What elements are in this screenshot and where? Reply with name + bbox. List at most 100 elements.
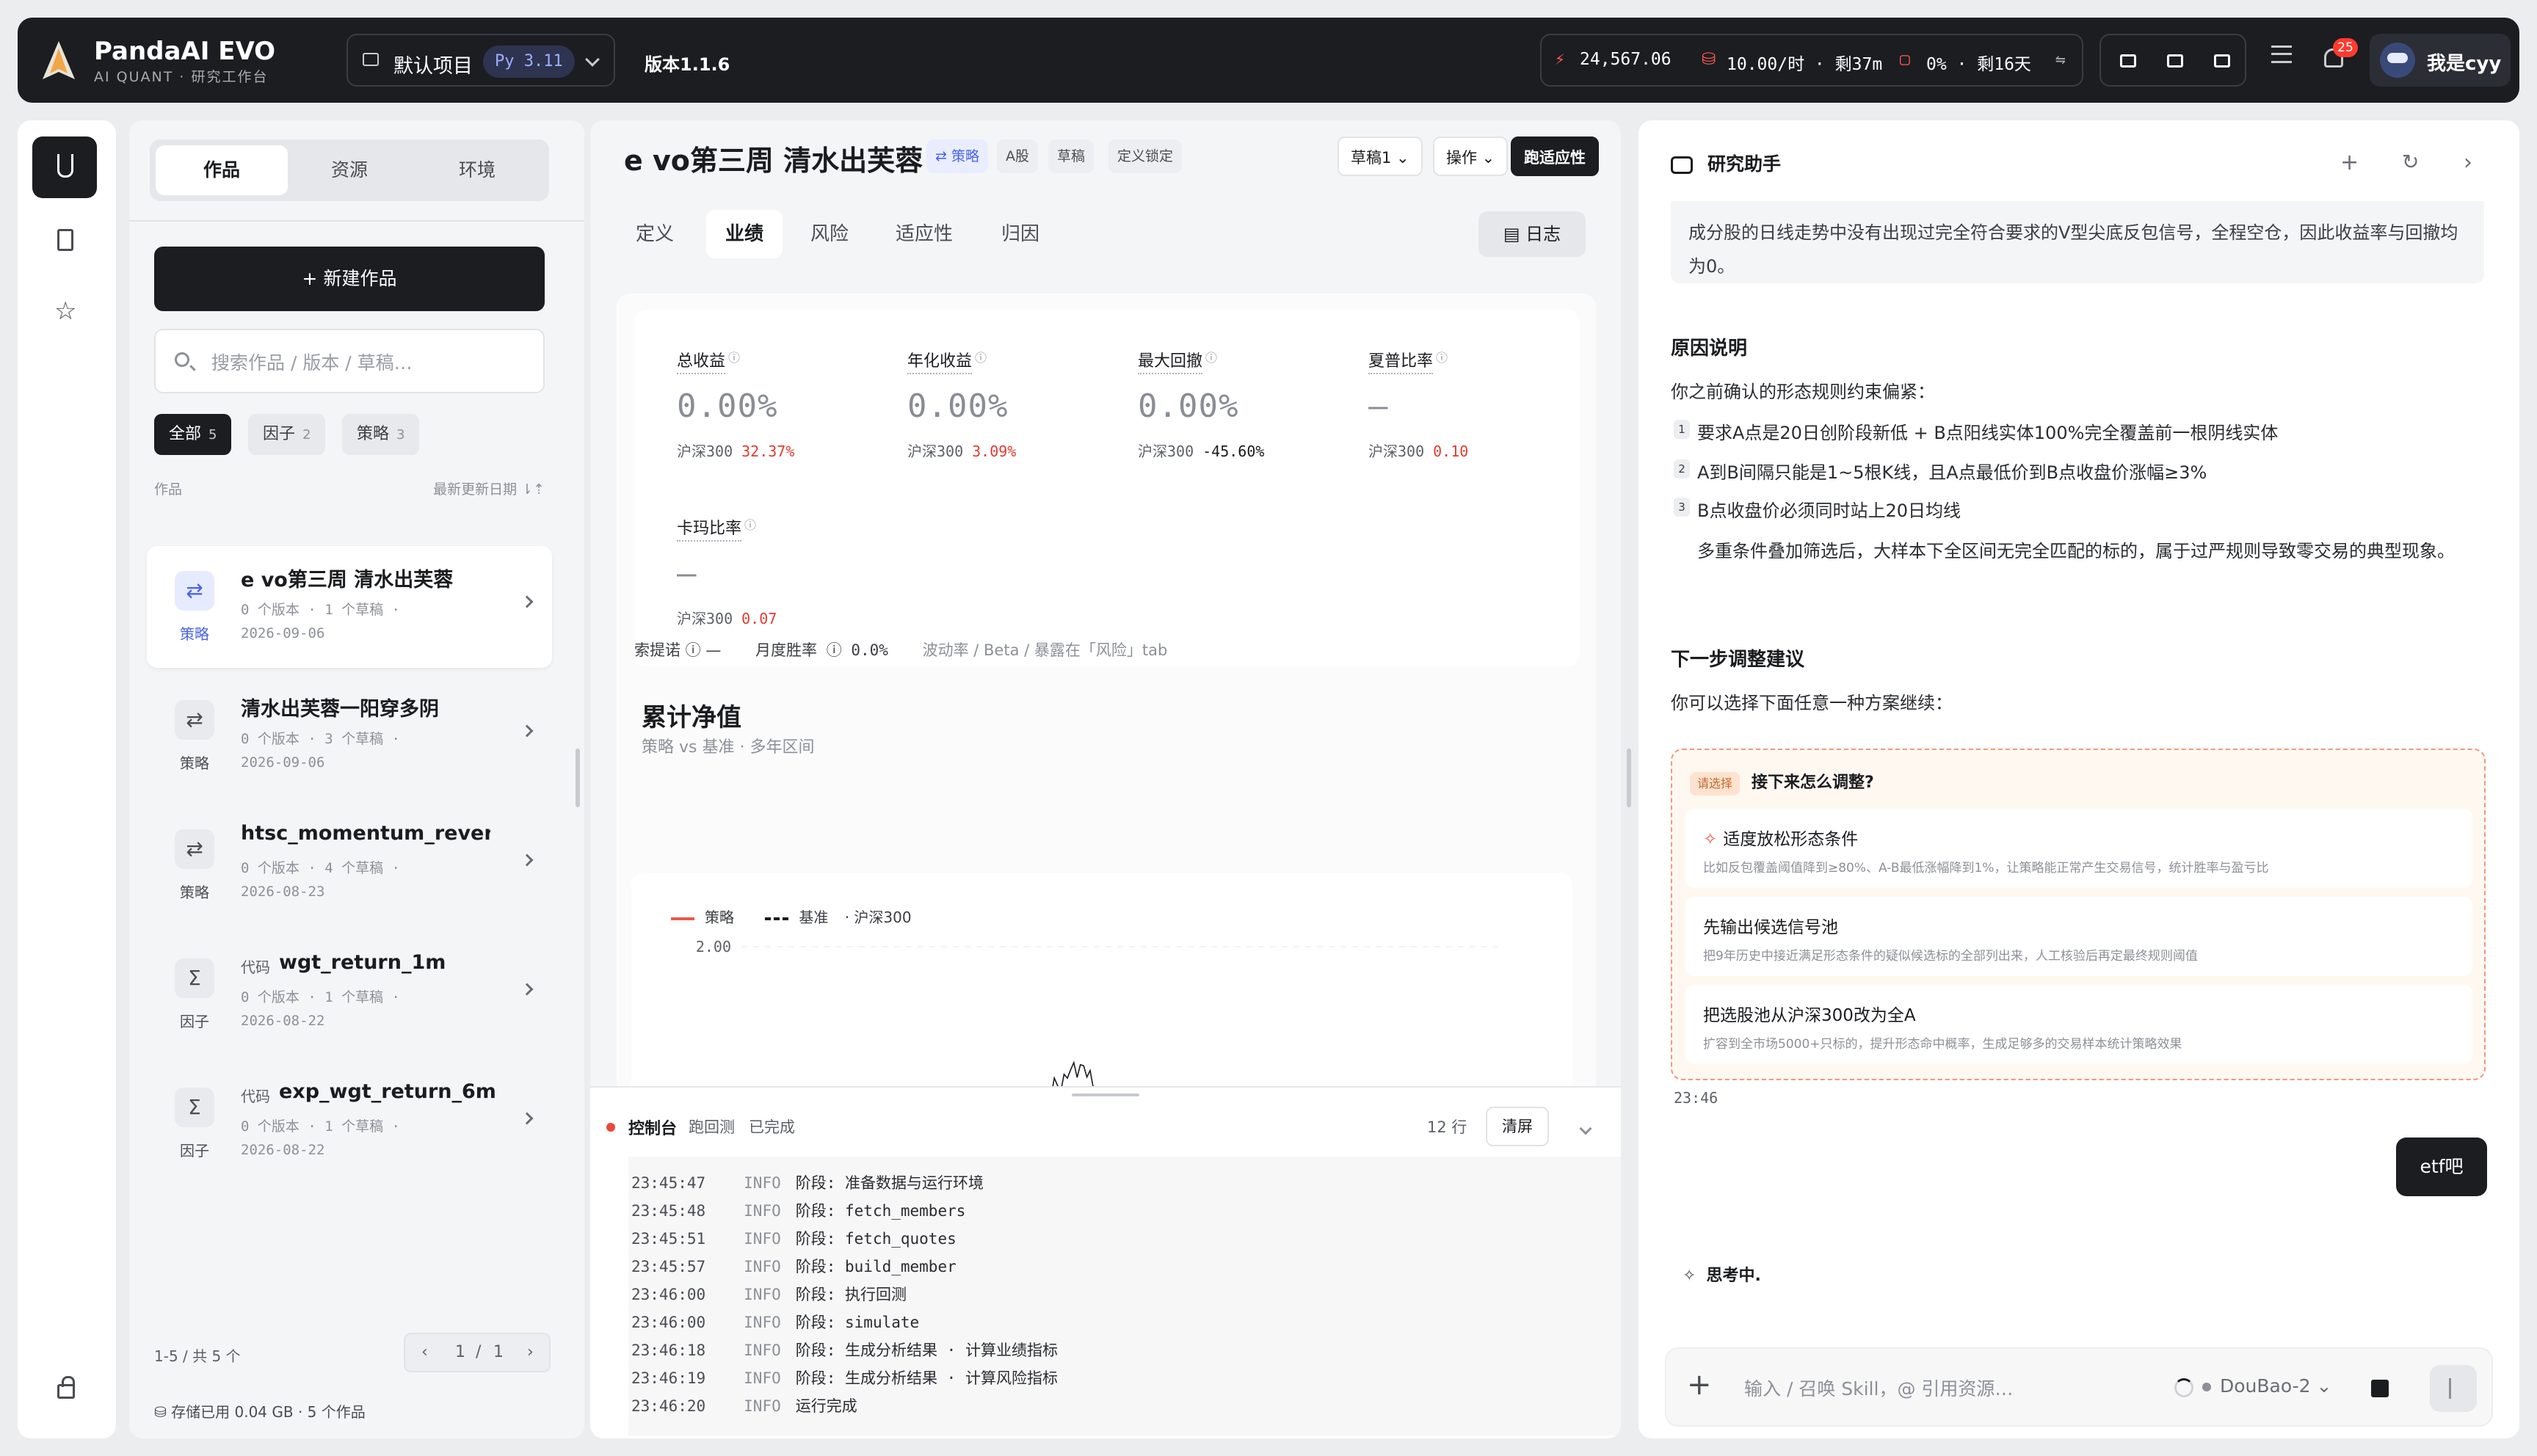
stop-button[interactable]: [2371, 1380, 2389, 1397]
chevron-down-icon[interactable]: [1579, 1122, 1592, 1135]
rail-favorites-button[interactable]: ☆: [32, 283, 97, 345]
usage-quota: 0% · 剩16天: [1926, 55, 2031, 74]
tab-risk[interactable]: 风险: [791, 210, 868, 258]
choice-option[interactable]: 先输出候选信号池 把9年历史中接近满足形态条件的疑似候选标的全部列出来，人工核验…: [1685, 897, 2472, 976]
prev-page-button[interactable]: ‹: [421, 1343, 428, 1361]
pagination-summary: 1-5 / 共 5 个: [154, 1347, 241, 1365]
new-work-button[interactable]: + 新建作品: [154, 247, 545, 311]
log-line: 23:46:20 INFO 运行完成: [631, 1397, 857, 1415]
log-button[interactable]: ▤ 日志: [1478, 211, 1586, 257]
assistant-quote: 成分股的日线走势中没有出现过完全符合要求的V型尖底反包信号，全程空仓，因此收益率…: [1671, 201, 2484, 283]
log-line: 23:46:00 INFO 阶段: 执行回测: [631, 1286, 907, 1303]
console-resize-handle[interactable]: [1072, 1093, 1139, 1096]
metric-calmar: 卡玛比率 ⓘ — 沪深300 0.07: [677, 515, 777, 628]
status-dot: [606, 1123, 615, 1132]
rail-lock-button[interactable]: [32, 1361, 97, 1422]
lock-icon: [57, 1376, 75, 1399]
next-intro: 你可以选择下面任意一种方案继续：: [1671, 693, 1953, 713]
tab-attribution[interactable]: 归因: [982, 210, 1059, 258]
chevron-right-icon[interactable]: ›: [2464, 150, 2472, 175]
layout-split-icon[interactable]: [2167, 54, 2183, 68]
filter-strategy[interactable]: 策略 3: [342, 414, 420, 455]
quota-stats[interactable]: ⚡ 24,567.06 ⛁ 10.00/时 · 剩37m ▢ 0% · 剩16天…: [1540, 34, 2083, 87]
next-page-button[interactable]: ›: [527, 1343, 534, 1361]
info-icon: ⓘ: [1436, 351, 1448, 365]
choice-option[interactable]: ✧ 适度放松形态条件 比如反包覆盖阈值降到≥80%、A-B最低涨幅降到1%，让策略…: [1685, 809, 2472, 888]
clear-console-button[interactable]: 清屏: [1486, 1107, 1549, 1146]
tab-resources[interactable]: 资源: [283, 145, 415, 195]
console-title: 控制台: [628, 1120, 678, 1138]
choice-option[interactable]: 把选股池从沪深300改为全A 扩容到全市场5000+只标的，提升形态命中概率，生…: [1685, 985, 2472, 1064]
list-item[interactable]: ⇄ 策略 e vo第三周 清水出芙蓉 0 个版本 · 1 个草稿 · 2026-…: [147, 546, 552, 668]
app-version: 版本1.1.6: [645, 54, 730, 75]
log-line: 23:45:48 INFO 阶段: fetch_members: [631, 1202, 966, 1220]
risk-tab-note: 波动率 / Beta / 暴露在「风险」tab: [922, 641, 1168, 659]
chat-input[interactable]: [1743, 1371, 2154, 1406]
model-select[interactable]: DouBao-2 ⌄: [2202, 1375, 2331, 1397]
panda-logo-icon: [43, 41, 75, 79]
works-tabs: 作品 资源 环境: [150, 139, 549, 201]
reason-tail: 多重条件叠加筛选后，大样本下全区间无完全匹配的标的，属于过严规则导致零交易的典型…: [1697, 541, 2455, 561]
list-number: 1: [1674, 420, 1690, 439]
list-header: 作品 最新更新日期 ⇂⇡: [154, 478, 545, 498]
rail-library-button[interactable]: [32, 210, 97, 272]
tab-works[interactable]: 作品: [156, 145, 288, 195]
pill-draft: 草稿: [1048, 139, 1095, 173]
chevron-right-icon: [520, 724, 534, 738]
project-selector[interactable]: 默认项目 Py 3.11: [346, 34, 615, 87]
log-icon: ▤: [1503, 224, 1526, 244]
tab-definition[interactable]: 定义: [617, 210, 693, 258]
info-icon: ⓘ: [744, 518, 757, 532]
tab-environment[interactable]: 环境: [411, 145, 543, 195]
pill-strategy: ⇄ 策略: [926, 139, 988, 173]
nav-chart-title: 累计净值: [642, 703, 741, 732]
user-name: 我是cyy: [2427, 53, 2502, 75]
star-icon: ☆: [54, 296, 77, 326]
list-item[interactable]: Σ 因子 代码 wgt_return_1m 0 个版本 · 1 个草稿 · 20…: [147, 933, 552, 1055]
pager-controls: ‹ 1 / 1 ›: [404, 1333, 551, 1372]
robot-icon: [1671, 156, 1693, 174]
rail-lab-button[interactable]: [32, 136, 97, 198]
nav-chart-subtitle: 策略 vs 基准 · 多年区间: [642, 738, 815, 757]
panel-resize-handle[interactable]: [576, 749, 580, 807]
search-input[interactable]: [210, 345, 533, 380]
reason-item: A到B间隔只能是1~5根K线，且A点最低价到B点收盘价涨幅≥3%: [1697, 462, 2207, 483]
divider: [129, 220, 584, 222]
avatar: [2380, 43, 2415, 78]
history-icon[interactable]: ↻: [2402, 150, 2419, 174]
add-attachment-button[interactable]: +: [1687, 1368, 1712, 1402]
chevron-right-icon: [520, 595, 534, 608]
y-tick-label: 2.00: [696, 938, 731, 956]
panel-resize-handle[interactable]: [1627, 749, 1631, 807]
top-bar: PandaAI EVO AI QUANT · 研究工作台 默认项目 Py 3.1…: [18, 18, 2519, 103]
plus-icon[interactable]: +: [2340, 150, 2359, 175]
log-line: 23:45:47 INFO 阶段: 准备数据与运行环境: [631, 1174, 984, 1192]
list-item[interactable]: ⇄ 策略 htsc_momentum_revers… 0 个版本 · 4 个草稿…: [147, 804, 552, 926]
filter-all[interactable]: 全部 5: [154, 414, 232, 455]
strategy-icon: ⇄: [935, 148, 951, 164]
work-title: exp_wgt_return_6m: [279, 1080, 496, 1103]
draft-select[interactable]: 草稿1 ⌄: [1338, 136, 1423, 176]
project-name: 默认项目: [393, 55, 473, 78]
sort-toggle[interactable]: 最新更新日期 ⇂⇡: [433, 478, 545, 498]
list-item[interactable]: Σ 因子 代码 exp_wgt_return_6m 0 个版本 · 1 个草稿 …: [147, 1063, 552, 1184]
menu-list-icon[interactable]: [2271, 46, 2292, 63]
filter-factor[interactable]: 因子 2: [248, 414, 326, 455]
reason-item: B点收盘价必须同时站上20日均线: [1697, 500, 1961, 521]
list-item[interactable]: ⇄ 策略 清水出芙蓉一阳穿多阴 0 个版本 · 3 个草稿 · 2026-09-…: [147, 675, 552, 797]
layout-right-icon[interactable]: [2214, 54, 2230, 68]
tab-performance[interactable]: 业绩: [706, 210, 783, 258]
ops-menu[interactable]: 操作 ⌄: [1433, 136, 1509, 176]
sortino-metric: 索提诺 ⓘ —: [634, 641, 722, 659]
tab-adaptability[interactable]: 适应性: [876, 210, 972, 258]
user-menu[interactable]: 我是cyy: [2370, 34, 2511, 87]
metrics-card: 总收益 ⓘ 0.00% 沪深300 32.37% 年化收益 ⓘ 0.00% 沪深300…: [634, 310, 1580, 666]
send-button[interactable]: [2430, 1365, 2477, 1412]
server-icon: ⛁: [1702, 50, 1716, 69]
thinking-indicator: ✧ 思考中.: [1683, 1267, 1761, 1285]
points-balance: 24,567.06: [1580, 50, 1672, 69]
run-adaptability-button[interactable]: 跑适应性: [1511, 136, 1599, 176]
database-icon: ⛁: [154, 1403, 172, 1421]
layout-left-icon[interactable]: [2120, 54, 2136, 68]
reason-heading: 原因说明: [1671, 338, 1748, 360]
